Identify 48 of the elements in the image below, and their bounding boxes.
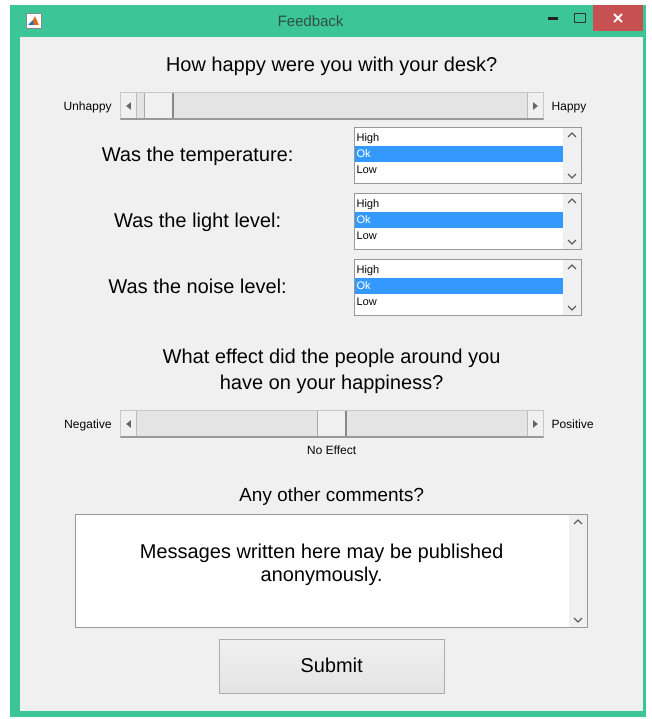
list-item[interactable]: High xyxy=(354,130,562,146)
scroll-up-icon[interactable] xyxy=(573,518,583,525)
scroll-down-icon[interactable] xyxy=(573,617,583,624)
slider-right-button[interactable] xyxy=(526,93,542,118)
right-arrow-icon xyxy=(532,420,538,428)
slider[interactable] xyxy=(120,92,544,120)
question-text: What effect did the people around you have on your happiness? xyxy=(162,345,502,396)
question-label: Was the noise level: xyxy=(107,276,288,299)
list-box[interactable]: High Ok Low xyxy=(354,193,582,250)
slider-max-label: Positive xyxy=(552,417,595,431)
slider-thumb[interactable] xyxy=(144,93,174,118)
scroll-down-icon[interactable] xyxy=(566,173,576,180)
minimize-icon[interactable] xyxy=(548,16,558,20)
slider-min-label: Unhappy xyxy=(62,99,112,113)
left-arrow-icon xyxy=(126,102,130,110)
scroll-up-icon[interactable] xyxy=(566,197,576,204)
left-arrow-icon xyxy=(126,420,130,428)
window-title: Feedback xyxy=(276,12,344,30)
list-item[interactable]: Low xyxy=(354,294,562,310)
question-label: Was the light level: xyxy=(112,210,282,233)
maximize-icon[interactable] xyxy=(574,13,586,23)
close-button[interactable] xyxy=(593,5,643,31)
list-box[interactable]: High Ok Low xyxy=(354,127,582,184)
submit-button[interactable]: Submit xyxy=(218,639,444,694)
list-item[interactable]: High xyxy=(354,196,562,212)
slider-min-label: Negative xyxy=(63,417,112,431)
list-item[interactable]: High xyxy=(354,262,562,278)
close-icon[interactable] xyxy=(613,13,623,23)
scroll-up-icon[interactable] xyxy=(566,131,576,138)
scroll-up-icon[interactable] xyxy=(566,263,576,270)
question-text: How happy were you with your desk? xyxy=(166,54,498,77)
list-box[interactable]: High Ok Low xyxy=(354,259,582,316)
app-icon xyxy=(26,13,42,29)
list-item[interactable]: Low xyxy=(354,228,562,244)
scroll-down-icon[interactable] xyxy=(566,239,576,246)
slider-mid-label: No Effect xyxy=(306,443,356,457)
slider[interactable] xyxy=(120,410,544,438)
list-item[interactable]: Low xyxy=(354,162,562,178)
right-arrow-icon xyxy=(532,102,538,110)
scroll-down-icon[interactable] xyxy=(566,305,576,312)
slider-max-label: Happy xyxy=(552,99,588,113)
question-label: Was the temperature: xyxy=(100,144,294,167)
slider-left-button[interactable] xyxy=(120,93,136,118)
question-text: Any other comments? xyxy=(239,485,424,507)
slider-thumb[interactable] xyxy=(316,411,346,436)
comments-field[interactable]: Messages written here may be published anonymously. xyxy=(75,514,588,628)
slider-right-button[interactable] xyxy=(526,411,542,436)
slider-left-button[interactable] xyxy=(120,411,136,436)
